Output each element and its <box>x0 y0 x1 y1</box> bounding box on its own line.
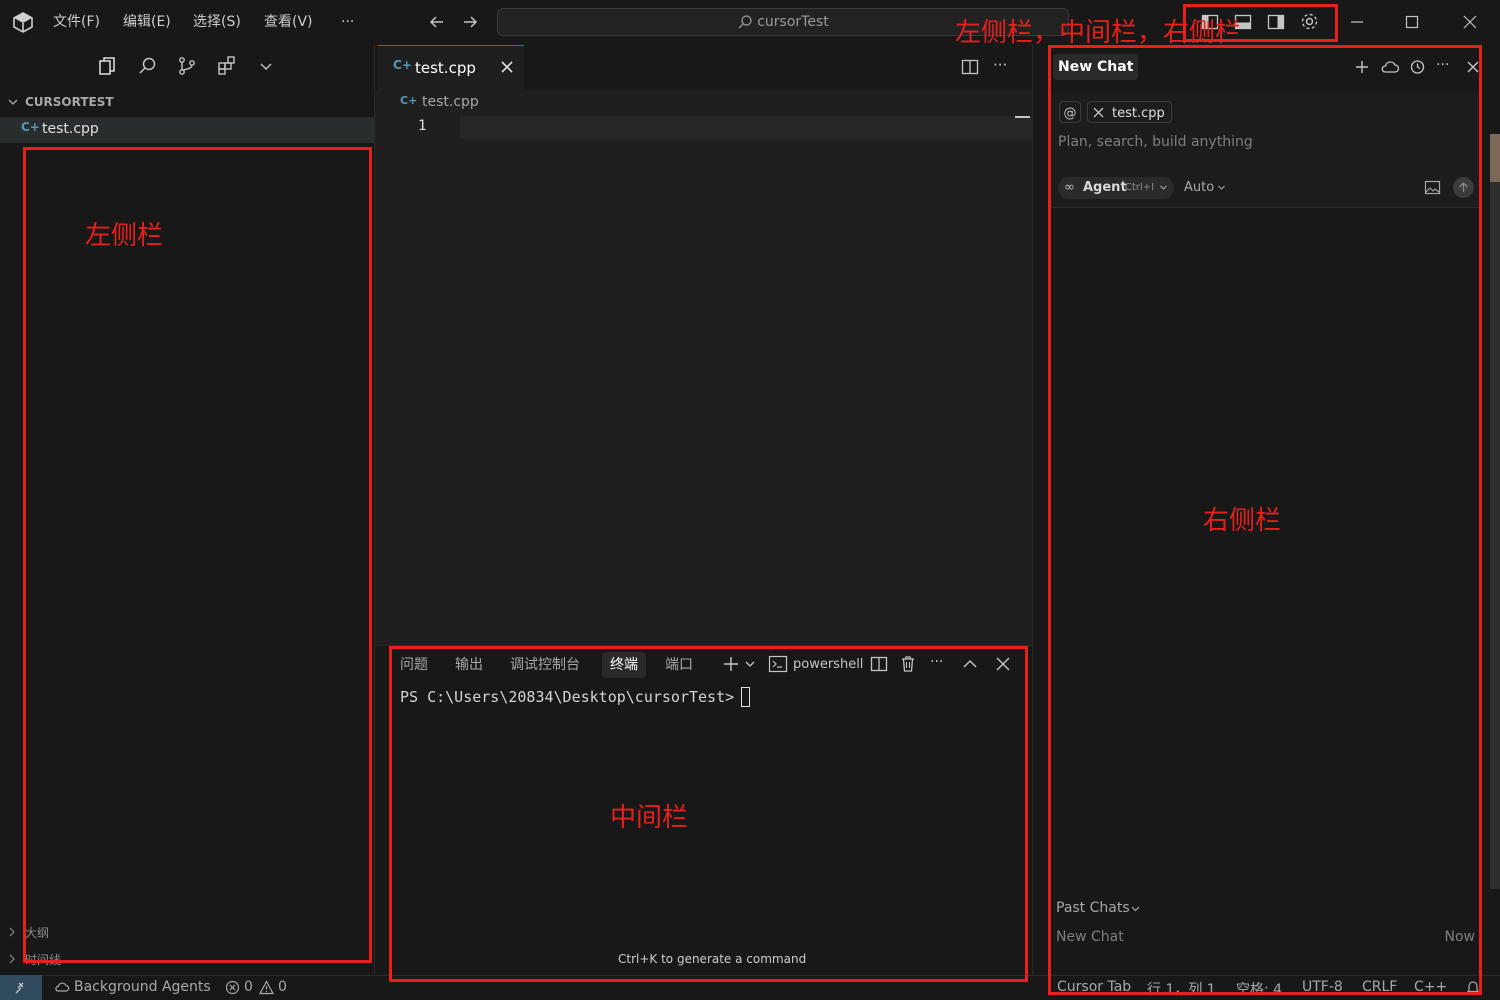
problems-status[interactable]: 0 0 <box>225 978 295 998</box>
breadcrumb-file: test.cpp <box>422 94 479 110</box>
explorer-section-title: CURSORTEST <box>25 95 114 109</box>
menu-more-button[interactable]: ··· <box>341 0 354 45</box>
error-icon <box>225 980 240 995</box>
chevron-down-icon <box>6 95 20 109</box>
command-center-label: cursorTest <box>757 14 829 30</box>
close-tab-icon[interactable] <box>499 59 515 75</box>
file-name: test.cpp <box>42 121 99 137</box>
menu-selection[interactable]: 选择(S) <box>193 0 241 45</box>
chevron-down-icon[interactable] <box>256 56 276 76</box>
cursor-logo-icon <box>12 11 34 33</box>
annotation-label-right: 右侧栏 <box>1203 506 1282 536</box>
minimap-slider[interactable] <box>1015 116 1030 118</box>
annotation-label-middle: 中间栏 <box>610 803 689 833</box>
scrollbar-thumb-image <box>1490 134 1500 182</box>
menu-view[interactable]: 查看(V) <box>264 0 313 45</box>
minimize-icon[interactable] <box>1347 12 1367 32</box>
cpp-file-icon: C+ <box>393 58 412 72</box>
back-arrow-icon[interactable] <box>427 12 447 32</box>
menu-file[interactable]: 文件(F) <box>53 0 100 45</box>
tab-test-cpp[interactable]: C+ test.cpp <box>378 45 524 90</box>
line-number: 1 <box>418 118 427 134</box>
maximize-icon[interactable] <box>1402 12 1422 32</box>
editor-more-button[interactable]: ··· <box>993 56 1007 74</box>
cpp-file-icon: C+ <box>400 94 418 107</box>
explorer-section-header[interactable]: CURSORTEST <box>0 92 374 114</box>
chevron-right-icon <box>6 926 18 938</box>
split-editor-icon[interactable] <box>960 57 980 77</box>
chevron-right-icon <box>6 953 18 965</box>
extensions-icon[interactable] <box>216 55 238 77</box>
annotation-label-left: 左侧栏 <box>85 221 164 251</box>
cloud-icon <box>54 980 70 994</box>
warning-icon <box>259 980 274 995</box>
explorer-icon[interactable] <box>96 55 118 77</box>
cpp-file-icon: C+ <box>21 120 40 134</box>
file-item-test-cpp[interactable]: C+ test.cpp <box>0 117 374 143</box>
warning-count: 0 <box>278 979 287 995</box>
close-window-icon[interactable] <box>1460 12 1480 32</box>
tab-label: test.cpp <box>415 59 476 77</box>
current-line-highlight <box>460 116 1032 139</box>
search-view-icon[interactable] <box>136 55 158 77</box>
remote-indicator[interactable] <box>0 975 42 1000</box>
annotation-label-top: 左侧栏，中间栏，右侧栏 <box>955 18 1242 48</box>
background-agents-label: Background Agents <box>74 979 211 995</box>
annotation-box-middle <box>389 646 1028 982</box>
annotation-box-left-sidebar <box>23 147 372 963</box>
remote-icon <box>13 980 29 996</box>
forward-arrow-icon[interactable] <box>460 12 480 32</box>
chat-scrollbar-thumb[interactable] <box>1490 134 1500 889</box>
search-icon <box>737 14 753 30</box>
error-count: 0 <box>244 979 253 995</box>
source-control-icon[interactable] <box>176 55 198 77</box>
menu-edit[interactable]: 编辑(E) <box>123 0 171 45</box>
